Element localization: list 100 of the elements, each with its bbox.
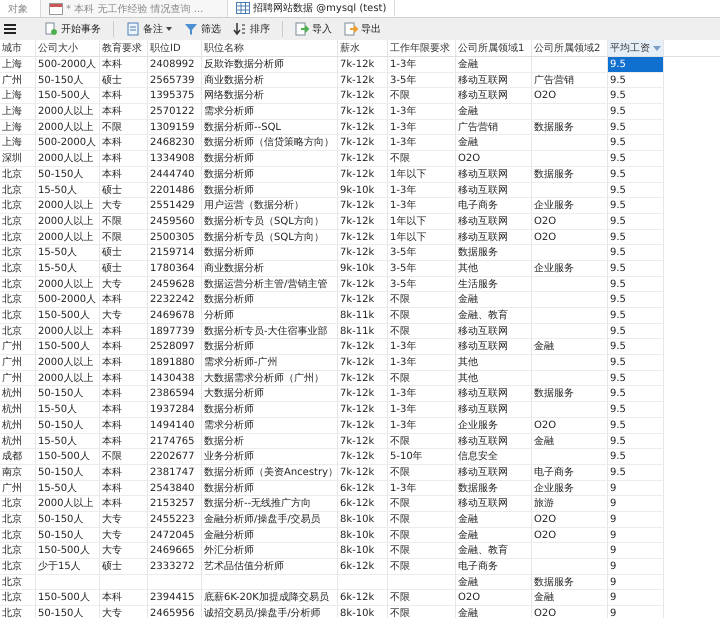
table-cell[interactable]: 金融	[456, 606, 532, 618]
table-cell[interactable]: 9.5	[608, 88, 664, 104]
table-cell[interactable]: 9.5	[608, 245, 664, 261]
table-cell[interactable]: 9.5	[608, 386, 664, 402]
table-cell[interactable]: 2000人以上	[36, 151, 100, 167]
table-cell[interactable]: 不限	[388, 464, 456, 481]
column-header[interactable]: 公司大小	[36, 40, 100, 56]
table-cell[interactable]: 移动互联网	[456, 230, 532, 246]
table-cell[interactable]: 电子商务	[456, 198, 532, 214]
table-cell[interactable]: 7k-12k	[338, 276, 388, 292]
table-cell[interactable]: 7k-12k	[338, 418, 388, 434]
table-cell[interactable]: 6k-12k	[338, 496, 388, 512]
table-cell[interactable]: 上海	[0, 57, 36, 73]
table-cell[interactable]: 150-500人	[36, 88, 100, 104]
table-cell[interactable]: 9k-10k	[338, 182, 388, 198]
table-cell[interactable]: 7k-12k	[338, 464, 388, 481]
table-cell[interactable]: 大专	[100, 198, 148, 214]
column-header[interactable]: 工作年限要求	[388, 40, 456, 56]
table-cell[interactable]: 金融	[532, 590, 608, 606]
table-cell[interactable]: 9	[608, 559, 664, 575]
table-cell[interactable]: 50-150人	[36, 166, 100, 182]
table-cell[interactable]: 9	[608, 480, 664, 496]
table-cell[interactable]: 本科	[100, 386, 148, 402]
table-cell[interactable]: 3-5年	[388, 72, 456, 88]
table-cell[interactable]: 杭州	[0, 386, 36, 402]
table-cell[interactable]: 不限	[388, 590, 456, 606]
filter-button[interactable]: 筛选	[180, 21, 225, 37]
table-cell[interactable]: 1937284	[148, 402, 202, 418]
table-cell[interactable]: 移动互联网	[456, 182, 532, 198]
table-cell[interactable]: 50-150人	[36, 72, 100, 88]
table-cell[interactable]: 2551429	[148, 198, 202, 214]
table-cell[interactable]: 1-3年	[388, 120, 456, 136]
table-cell[interactable]: 外汇分析师	[202, 543, 338, 559]
table-cell[interactable]: 企业服务	[456, 418, 532, 434]
table-cell[interactable]: 金融	[456, 574, 532, 590]
table-cell[interactable]: 广州	[0, 370, 36, 386]
table-cell[interactable]: 9.5	[608, 230, 664, 246]
empty-cell[interactable]	[338, 574, 388, 590]
table-cell[interactable]: 上海	[0, 120, 36, 136]
table-cell[interactable]: 7k-12k	[338, 151, 388, 167]
table-cell[interactable]: 网络数据分析	[202, 88, 338, 104]
table-cell[interactable]: 硕士	[100, 72, 148, 88]
table-cell[interactable]: 8k-10k	[338, 528, 388, 544]
empty-cell[interactable]	[532, 135, 608, 152]
table-cell[interactable]: 6k-12k	[338, 590, 388, 606]
empty-cell[interactable]	[532, 543, 608, 559]
transaction-button[interactable]: 开始事务	[40, 21, 105, 37]
table-cell[interactable]: 需求分析师	[202, 104, 338, 120]
table-cell[interactable]: 1-3年	[388, 182, 456, 198]
table-cell[interactable]: 金融、教育	[456, 308, 532, 324]
table-cell[interactable]: 9.5	[608, 402, 664, 418]
table-cell[interactable]: 2232242	[148, 292, 202, 308]
table-cell[interactable]: 数据分析师	[202, 166, 338, 182]
table-cell[interactable]: 2000人以上	[36, 355, 100, 371]
table-cell[interactable]: 诚招交易员/操盘手/分析师	[202, 606, 338, 618]
table-cell[interactable]: 9.5	[608, 449, 664, 465]
table-cell[interactable]: 9.5	[608, 104, 664, 120]
table-cell[interactable]: 需求分析师	[202, 418, 338, 434]
table-cell[interactable]: O2O	[532, 606, 608, 618]
table-cell[interactable]: 本科	[100, 590, 148, 606]
table-cell[interactable]: 2000人以上	[36, 324, 100, 340]
table-cell[interactable]: 50-150人	[36, 386, 100, 402]
table-cell[interactable]: 不限	[100, 214, 148, 230]
table-cell[interactable]: 2465956	[148, 606, 202, 618]
table-cell[interactable]: 大专	[100, 528, 148, 544]
table-cell[interactable]: 8k-10k	[338, 512, 388, 528]
table-cell[interactable]: 硕士	[100, 245, 148, 261]
table-cell[interactable]: 9.5	[608, 292, 664, 308]
table-cell[interactable]: 北京	[0, 308, 36, 324]
table-cell[interactable]: 7k-12k	[338, 104, 388, 120]
table-cell[interactable]: 金融	[456, 104, 532, 120]
table-cell[interactable]: 数据分析师	[202, 480, 338, 496]
table-cell[interactable]: 生活服务	[456, 276, 532, 292]
table-cell[interactable]: 不限	[388, 324, 456, 340]
table-cell[interactable]: 本科	[100, 57, 148, 73]
table-cell[interactable]: 2469665	[148, 543, 202, 559]
table-cell[interactable]: 9.5	[608, 324, 664, 340]
table-cell[interactable]: 1-3年	[388, 355, 456, 371]
table-cell[interactable]: 移动互联网	[456, 434, 532, 450]
table-cell[interactable]: 50-150人	[36, 606, 100, 618]
empty-cell[interactable]	[388, 574, 456, 590]
table-cell[interactable]: 8k-11k	[338, 308, 388, 324]
table-cell[interactable]: 2394415	[148, 590, 202, 606]
table-cell[interactable]: 9.5	[608, 260, 664, 277]
table-cell[interactable]: 分析师	[202, 308, 338, 324]
table-cell[interactable]: 15-50人	[36, 182, 100, 198]
table-cell[interactable]: 2528097	[148, 339, 202, 356]
table-cell[interactable]: 移动互联网	[456, 402, 532, 418]
table-cell[interactable]: 移动互联网	[456, 324, 532, 340]
table-cell[interactable]: 7k-12k	[338, 57, 388, 73]
table-cell[interactable]: 艺术品估值分析师	[202, 559, 338, 575]
table-cell[interactable]: 1-3年	[388, 104, 456, 120]
table-cell[interactable]: 大数据需求分析师（广州）	[202, 370, 338, 386]
note-button[interactable]: 备注	[122, 21, 176, 37]
table-cell[interactable]: 不限	[388, 88, 456, 104]
table-cell[interactable]: 1-3年	[388, 135, 456, 152]
table-cell[interactable]: 移动互联网	[456, 214, 532, 230]
table-cell[interactable]: 移动互联网	[456, 464, 532, 481]
table-cell[interactable]: 7k-12k	[338, 88, 388, 104]
table-cell[interactable]: 7k-12k	[338, 166, 388, 182]
